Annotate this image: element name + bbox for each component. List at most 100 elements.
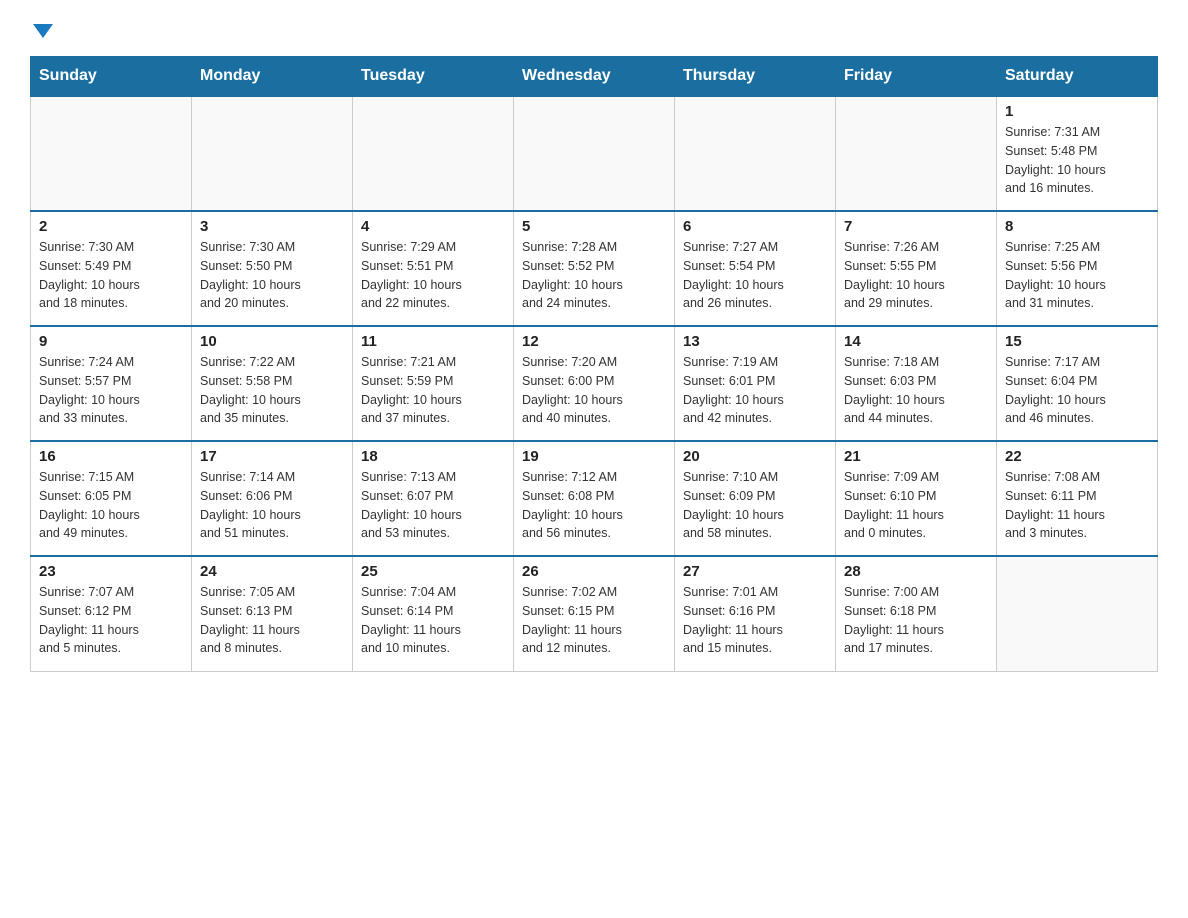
week-row-0: 1 Sunrise: 7:31 AM Sunset: 5:48 PM Daylig…: [31, 96, 1158, 211]
header-sunday: Sunday: [31, 57, 192, 97]
day-info: Sunrise: 7:19 AM Sunset: 6:01 PM Dayligh…: [683, 355, 784, 425]
day-info: Sunrise: 7:31 AM Sunset: 5:48 PM Dayligh…: [1005, 125, 1106, 195]
day-info: Sunrise: 7:12 AM Sunset: 6:08 PM Dayligh…: [522, 470, 623, 540]
day-number: 16: [39, 448, 183, 465]
page-header: [30, 20, 1158, 38]
day-info: Sunrise: 7:13 AM Sunset: 6:07 PM Dayligh…: [361, 470, 462, 540]
weekday-header-row: Sunday Monday Tuesday Wednesday Thursday…: [31, 57, 1158, 97]
day-number: 26: [522, 563, 666, 580]
calendar-cell: 20Sunrise: 7:10 AM Sunset: 6:09 PM Dayli…: [675, 441, 836, 556]
day-info: Sunrise: 7:02 AM Sunset: 6:15 PM Dayligh…: [522, 585, 622, 655]
calendar-cell: 6 Sunrise: 7:27 AM Sunset: 5:54 PM Daylig…: [675, 211, 836, 326]
calendar-cell: 11 Sunrise: 7:21 AM Sunset: 5:59 PM Dayli…: [353, 326, 514, 441]
calendar-cell: 4 Sunrise: 7:29 AM Sunset: 5:51 PM Daylig…: [353, 211, 514, 326]
day-number: 1: [1005, 103, 1149, 120]
calendar-cell: 2 Sunrise: 7:30 AM Sunset: 5:49 PM Daylig…: [31, 211, 192, 326]
header-monday: Monday: [192, 57, 353, 97]
day-info: Sunrise: 7:25 AM Sunset: 5:56 PM Dayligh…: [1005, 240, 1106, 310]
calendar-cell: 9Sunrise: 7:24 AM Sunset: 5:57 PM Daylig…: [31, 326, 192, 441]
calendar-cell: 28 Sunrise: 7:00 AM Sunset: 6:18 PM Dayli…: [836, 556, 997, 671]
day-number: 21: [844, 448, 988, 465]
day-info: Sunrise: 7:14 AM Sunset: 6:06 PM Dayligh…: [200, 470, 301, 540]
calendar-cell: 18 Sunrise: 7:13 AM Sunset: 6:07 PM Dayli…: [353, 441, 514, 556]
day-number: 10: [200, 333, 344, 350]
calendar-cell: 21 Sunrise: 7:09 AM Sunset: 6:10 PM Dayli…: [836, 441, 997, 556]
calendar-cell: 16 Sunrise: 7:15 AM Sunset: 6:05 PM Dayli…: [31, 441, 192, 556]
header-tuesday: Tuesday: [353, 57, 514, 97]
logo: [30, 20, 53, 38]
day-number: 6: [683, 218, 827, 235]
day-number: 25: [361, 563, 505, 580]
day-info: Sunrise: 7:29 AM Sunset: 5:51 PM Dayligh…: [361, 240, 462, 310]
calendar-cell: 17 Sunrise: 7:14 AM Sunset: 6:06 PM Dayli…: [192, 441, 353, 556]
week-row-1: 2 Sunrise: 7:30 AM Sunset: 5:49 PM Daylig…: [31, 211, 1158, 326]
day-number: 28: [844, 563, 988, 580]
day-number: 8: [1005, 218, 1149, 235]
calendar-table: Sunday Monday Tuesday Wednesday Thursday…: [30, 56, 1158, 672]
day-info: Sunrise: 7:28 AM Sunset: 5:52 PM Dayligh…: [522, 240, 623, 310]
calendar-cell: [31, 96, 192, 211]
calendar-cell: [514, 96, 675, 211]
calendar-cell: 24 Sunrise: 7:05 AM Sunset: 6:13 PM Dayli…: [192, 556, 353, 671]
day-number: 5: [522, 218, 666, 235]
day-number: 18: [361, 448, 505, 465]
day-info: Sunrise: 7:00 AM Sunset: 6:18 PM Dayligh…: [844, 585, 944, 655]
day-number: 15: [1005, 333, 1149, 350]
week-row-2: 9Sunrise: 7:24 AM Sunset: 5:57 PM Daylig…: [31, 326, 1158, 441]
day-number: 7: [844, 218, 988, 235]
day-number: 13: [683, 333, 827, 350]
calendar-cell: 25 Sunrise: 7:04 AM Sunset: 6:14 PM Dayli…: [353, 556, 514, 671]
day-info: Sunrise: 7:17 AM Sunset: 6:04 PM Dayligh…: [1005, 355, 1106, 425]
calendar-cell: 14 Sunrise: 7:18 AM Sunset: 6:03 PM Dayli…: [836, 326, 997, 441]
day-info: Sunrise: 7:20 AM Sunset: 6:00 PM Dayligh…: [522, 355, 623, 425]
day-number: 20: [683, 448, 827, 465]
calendar-cell: 13 Sunrise: 7:19 AM Sunset: 6:01 PM Dayli…: [675, 326, 836, 441]
calendar-cell: [997, 556, 1158, 671]
day-number: 24: [200, 563, 344, 580]
day-number: 19: [522, 448, 666, 465]
calendar-cell: 7 Sunrise: 7:26 AM Sunset: 5:55 PM Daylig…: [836, 211, 997, 326]
calendar-cell: [192, 96, 353, 211]
day-info: Sunrise: 7:18 AM Sunset: 6:03 PM Dayligh…: [844, 355, 945, 425]
calendar-cell: 3 Sunrise: 7:30 AM Sunset: 5:50 PM Daylig…: [192, 211, 353, 326]
day-info: Sunrise: 7:27 AM Sunset: 5:54 PM Dayligh…: [683, 240, 784, 310]
day-info: Sunrise: 7:05 AM Sunset: 6:13 PM Dayligh…: [200, 585, 300, 655]
day-info: Sunrise: 7:15 AM Sunset: 6:05 PM Dayligh…: [39, 470, 140, 540]
day-info: Sunrise: 7:22 AM Sunset: 5:58 PM Dayligh…: [200, 355, 301, 425]
day-number: 2: [39, 218, 183, 235]
calendar-cell: 27Sunrise: 7:01 AM Sunset: 6:16 PM Dayli…: [675, 556, 836, 671]
week-row-3: 16 Sunrise: 7:15 AM Sunset: 6:05 PM Dayli…: [31, 441, 1158, 556]
day-info: Sunrise: 7:30 AM Sunset: 5:49 PM Dayligh…: [39, 240, 140, 310]
day-info: Sunrise: 7:24 AM Sunset: 5:57 PM Dayligh…: [39, 355, 140, 425]
calendar-cell: 15 Sunrise: 7:17 AM Sunset: 6:04 PM Dayli…: [997, 326, 1158, 441]
calendar-cell: 8 Sunrise: 7:25 AM Sunset: 5:56 PM Daylig…: [997, 211, 1158, 326]
calendar-cell: 22Sunrise: 7:08 AM Sunset: 6:11 PM Dayli…: [997, 441, 1158, 556]
day-info: Sunrise: 7:21 AM Sunset: 5:59 PM Dayligh…: [361, 355, 462, 425]
calendar-cell: [675, 96, 836, 211]
calendar-cell: 19 Sunrise: 7:12 AM Sunset: 6:08 PM Dayli…: [514, 441, 675, 556]
day-number: 12: [522, 333, 666, 350]
day-number: 4: [361, 218, 505, 235]
day-info: Sunrise: 7:08 AM Sunset: 6:11 PM Dayligh…: [1005, 470, 1105, 540]
calendar-cell: 10 Sunrise: 7:22 AM Sunset: 5:58 PM Dayli…: [192, 326, 353, 441]
day-info: Sunrise: 7:07 AM Sunset: 6:12 PM Dayligh…: [39, 585, 139, 655]
calendar-cell: 1 Sunrise: 7:31 AM Sunset: 5:48 PM Daylig…: [997, 96, 1158, 211]
day-info: Sunrise: 7:26 AM Sunset: 5:55 PM Dayligh…: [844, 240, 945, 310]
header-saturday: Saturday: [997, 57, 1158, 97]
day-number: 3: [200, 218, 344, 235]
day-number: 11: [361, 333, 505, 350]
day-number: 27: [683, 563, 827, 580]
day-info: Sunrise: 7:09 AM Sunset: 6:10 PM Dayligh…: [844, 470, 944, 540]
day-info: Sunrise: 7:30 AM Sunset: 5:50 PM Dayligh…: [200, 240, 301, 310]
calendar-cell: [836, 96, 997, 211]
calendar-cell: 5 Sunrise: 7:28 AM Sunset: 5:52 PM Daylig…: [514, 211, 675, 326]
calendar-cell: 12 Sunrise: 7:20 AM Sunset: 6:00 PM Dayli…: [514, 326, 675, 441]
day-info: Sunrise: 7:04 AM Sunset: 6:14 PM Dayligh…: [361, 585, 461, 655]
day-number: 14: [844, 333, 988, 350]
week-row-4: 23 Sunrise: 7:07 AM Sunset: 6:12 PM Dayli…: [31, 556, 1158, 671]
header-friday: Friday: [836, 57, 997, 97]
day-number: 17: [200, 448, 344, 465]
calendar-cell: 26 Sunrise: 7:02 AM Sunset: 6:15 PM Dayli…: [514, 556, 675, 671]
day-number: 23: [39, 563, 183, 580]
calendar-cell: [353, 96, 514, 211]
